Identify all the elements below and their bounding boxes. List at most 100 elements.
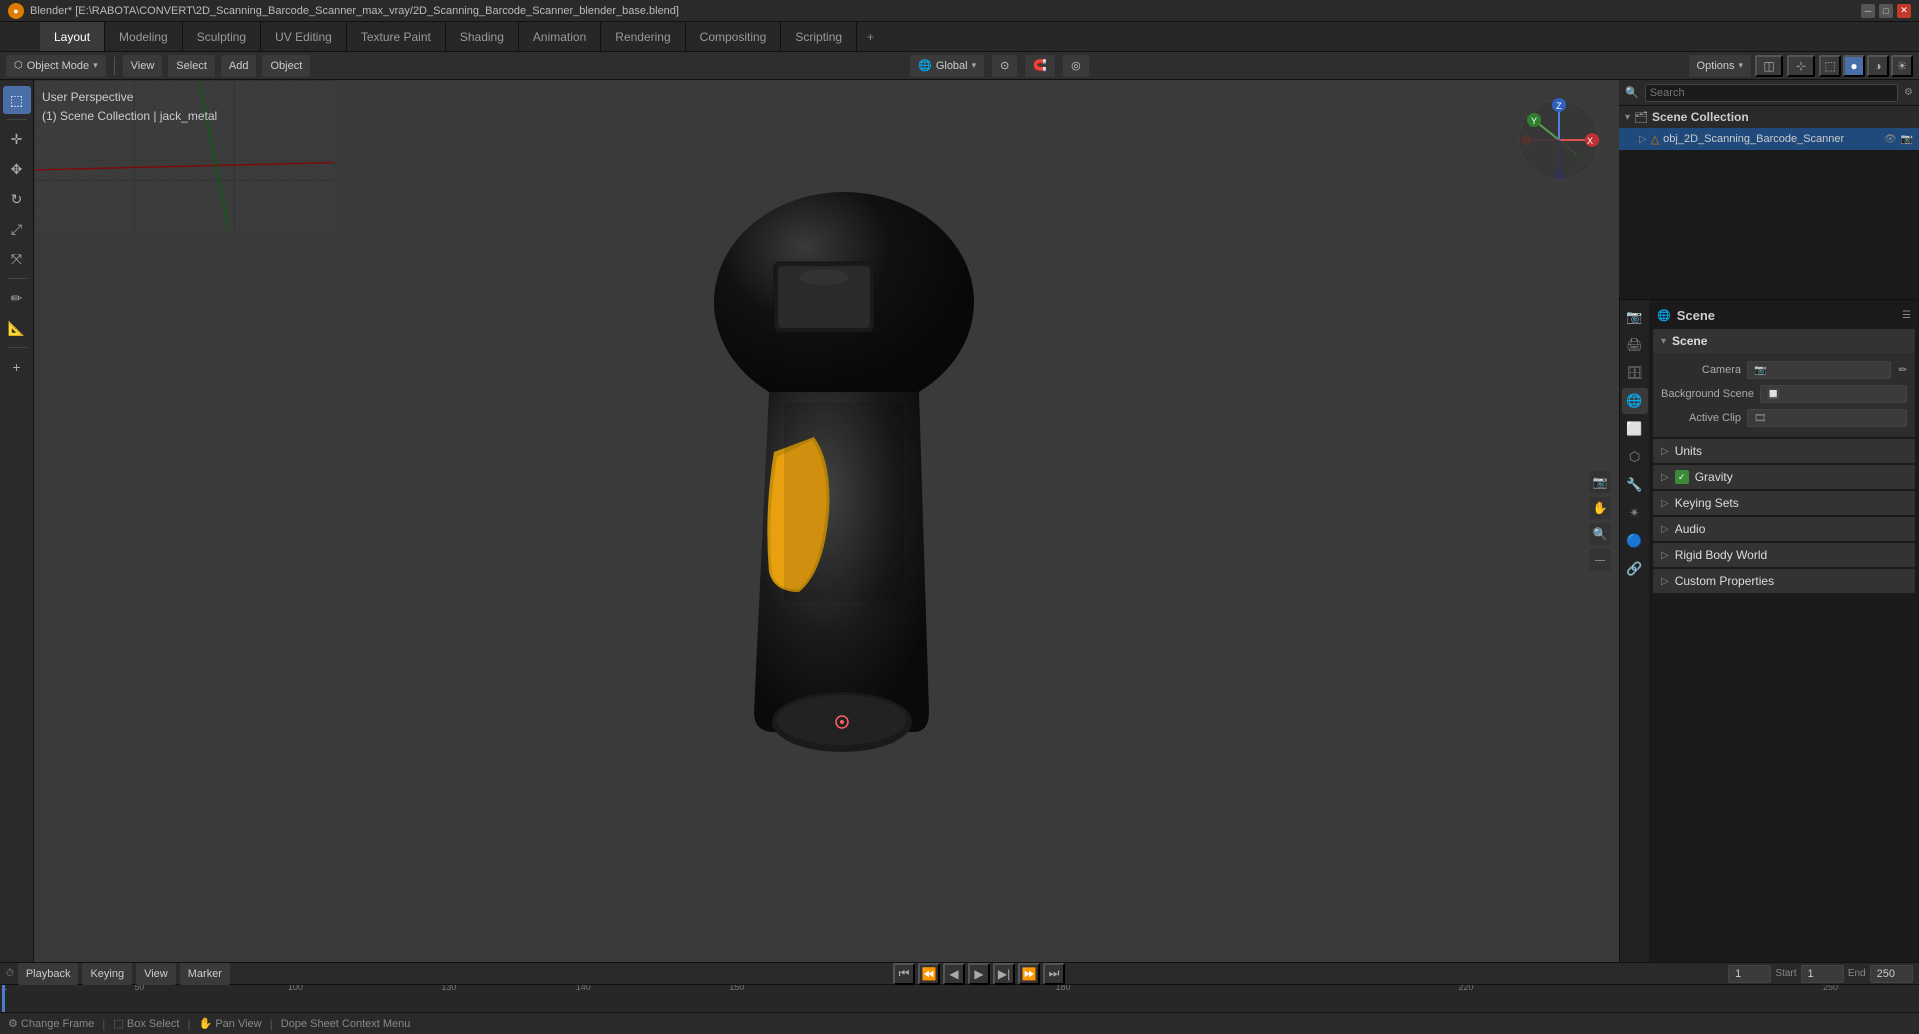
current-frame-input[interactable]: 1 — [1728, 965, 1771, 983]
proportional-editing-button[interactable]: ◎ — [1063, 55, 1089, 77]
tab-rendering[interactable]: Rendering — [601, 22, 685, 51]
cursor-tool-button[interactable]: ✛ — [3, 125, 31, 153]
properties-options-icon[interactable]: ☰ — [1902, 310, 1911, 321]
custom-props-toggle[interactable]: ▷ Custom Properties — [1653, 569, 1915, 593]
object-props-icon[interactable]: ⬡ — [1622, 444, 1648, 470]
keying-sets-toggle[interactable]: ▷ Keying Sets — [1653, 491, 1915, 515]
object-visibility-icon[interactable]: 👁 — [1884, 134, 1897, 145]
units-section: ▷ Units — [1653, 439, 1915, 463]
camera-icon-btn[interactable]: 📷 — [1589, 471, 1611, 493]
object-render-icon[interactable]: 📷 — [1901, 134, 1913, 145]
zoom-in-btn[interactable]: 🔍 — [1589, 523, 1611, 545]
rigid-body-toggle[interactable]: ▷ Rigid Body World — [1653, 543, 1915, 567]
view-layer-props-icon[interactable]: 🗄 — [1622, 360, 1648, 386]
scene-section-toggle[interactable]: ▾ Scene — [1653, 329, 1915, 353]
start-frame-input[interactable]: 1 — [1801, 965, 1844, 983]
tab-scripting[interactable]: Scripting — [781, 22, 857, 51]
output-props-icon[interactable]: 🖨 — [1622, 332, 1648, 358]
transform-pivot-button[interactable]: ⊙ — [992, 55, 1017, 77]
measure-tool-button[interactable]: 📐 — [3, 314, 31, 342]
svg-text:Z: Z — [1556, 101, 1562, 111]
outliner-filter-icon[interactable]: ⚙ — [1904, 87, 1913, 98]
play-btn[interactable]: ▶ — [968, 963, 990, 985]
add-workspace-button[interactable]: + — [857, 22, 884, 51]
tab-modeling[interactable]: Modeling — [105, 22, 183, 51]
physics-props-icon[interactable]: 🔵 — [1622, 528, 1648, 554]
global-transform-dropdown[interactable]: 🌐 Global — [910, 55, 984, 77]
solid-shading[interactable]: ● — [1843, 55, 1865, 77]
transform-tool-button[interactable]: ⤧ — [3, 245, 31, 273]
tab-animation[interactable]: Animation — [519, 22, 601, 51]
next-keyframe-btn[interactable]: ▶| — [993, 963, 1015, 985]
tab-sculpting[interactable]: Sculpting — [183, 22, 261, 51]
audio-section-label: Audio — [1675, 522, 1706, 536]
options-dropdown[interactable]: Options — [1689, 55, 1751, 77]
scene-type-icon: 🌐 — [1657, 309, 1671, 322]
scene-collection-row[interactable]: ▾ 🗂 Scene Collection — [1619, 106, 1919, 128]
playback-menu[interactable]: Playback — [18, 963, 79, 985]
jump-to-start-btn[interactable]: ⏮ — [893, 963, 915, 985]
object-menu[interactable]: Object — [262, 55, 310, 77]
navigation-gizmo[interactable]: X Y Z — [1514, 95, 1604, 185]
tab-shading[interactable]: Shading — [446, 22, 519, 51]
bg-scene-field[interactable]: 🔲 — [1760, 385, 1907, 403]
select-menu[interactable]: Select — [168, 55, 215, 77]
object-row[interactable]: ▷ △ obj_2D_Scanning_Barcode_Scanner 👁 📷 — [1619, 128, 1919, 150]
gravity-section-label: Gravity — [1695, 470, 1733, 484]
tab-compositing[interactable]: Compositing — [686, 22, 782, 51]
view-menu[interactable]: View — [123, 55, 163, 77]
camera-field[interactable]: 📷 — [1747, 361, 1891, 379]
rotate-tool-button[interactable]: ↻ — [3, 185, 31, 213]
keying-menu[interactable]: Keying — [82, 963, 132, 985]
gravity-section-toggle[interactable]: ▷ ✓ Gravity — [1653, 465, 1915, 489]
add-object-button[interactable]: + — [3, 353, 31, 381]
hand-icon-btn[interactable]: ✋ — [1589, 497, 1611, 519]
status-item-3: ✋ Pan View — [199, 1017, 262, 1030]
scene-props-icon[interactable]: 🌐 — [1622, 388, 1648, 414]
maximize-button[interactable]: □ — [1879, 4, 1893, 18]
material-shading[interactable]: ◑ — [1867, 55, 1889, 77]
render-props-icon[interactable]: 📷 — [1622, 304, 1648, 330]
rigid-body-arrow: ▷ — [1661, 550, 1669, 561]
timeline-track[interactable]: 1 50 100 130 140 150 180 220 250 — [0, 985, 1919, 1012]
outliner-search-input[interactable] — [1645, 84, 1898, 102]
marker-menu[interactable]: Marker — [180, 963, 230, 985]
units-arrow: ▷ — [1661, 446, 1669, 457]
tab-layout[interactable]: Layout — [40, 22, 105, 51]
snapping-button[interactable]: 🧲 — [1025, 55, 1055, 77]
constraints-props-icon[interactable]: 🔗 — [1622, 556, 1648, 582]
world-props-icon[interactable]: ⬜ — [1622, 416, 1648, 442]
end-frame-input[interactable]: 250 — [1870, 965, 1913, 983]
prev-keyframe-btn[interactable]: ◀ — [943, 963, 965, 985]
3d-viewport[interactable]: User Perspective (1) Scene Collection | … — [34, 80, 1619, 962]
annotate-tool-button[interactable]: ✏ — [3, 284, 31, 312]
particles-props-icon[interactable]: ✴ — [1622, 500, 1648, 526]
object-mode-dropdown[interactable]: ⬡ Object Mode — [6, 55, 106, 77]
gravity-checkbox[interactable]: ✓ — [1675, 470, 1689, 484]
overlay-toggle[interactable]: ◫ — [1755, 55, 1783, 77]
prev-frame-btn[interactable]: ⏪ — [918, 963, 940, 985]
timeline-view-menu[interactable]: View — [136, 963, 176, 985]
app-icon: ● Blender* [E:\RABOTA\CONVERT\2D_Scannin… — [8, 3, 679, 19]
camera-edit-icon[interactable]: ✏ — [1899, 365, 1907, 376]
zoom-out-btn[interactable]: — — [1589, 549, 1611, 571]
jump-to-end-btn[interactable]: ⏭ — [1043, 963, 1065, 985]
modifier-props-icon[interactable]: 🔧 — [1622, 472, 1648, 498]
add-menu[interactable]: Add — [221, 55, 257, 77]
close-button[interactable]: ✕ — [1897, 4, 1911, 18]
tab-uv-editing[interactable]: UV Editing — [261, 22, 347, 51]
gizmo-toggle[interactable]: ⊹ — [1787, 55, 1815, 77]
frame-mark-50: 50 — [134, 985, 144, 992]
tab-texture-paint[interactable]: Texture Paint — [347, 22, 446, 51]
next-frame-btn[interactable]: ⏩ — [1018, 963, 1040, 985]
active-clip-field[interactable]: 🎞 — [1747, 409, 1907, 427]
audio-section-toggle[interactable]: ▷ Audio — [1653, 517, 1915, 541]
rendered-shading[interactable]: ☀ — [1891, 55, 1913, 77]
select-tool-button[interactable]: ⬚ — [3, 86, 31, 114]
custom-props-section: ▷ Custom Properties — [1653, 569, 1915, 593]
wireframe-shading[interactable]: ⬚ — [1819, 55, 1841, 77]
move-tool-button[interactable]: ✥ — [3, 155, 31, 183]
units-section-toggle[interactable]: ▷ Units — [1653, 439, 1915, 463]
minimize-button[interactable]: ─ — [1861, 4, 1875, 18]
scale-tool-button[interactable]: ⤢ — [3, 215, 31, 243]
